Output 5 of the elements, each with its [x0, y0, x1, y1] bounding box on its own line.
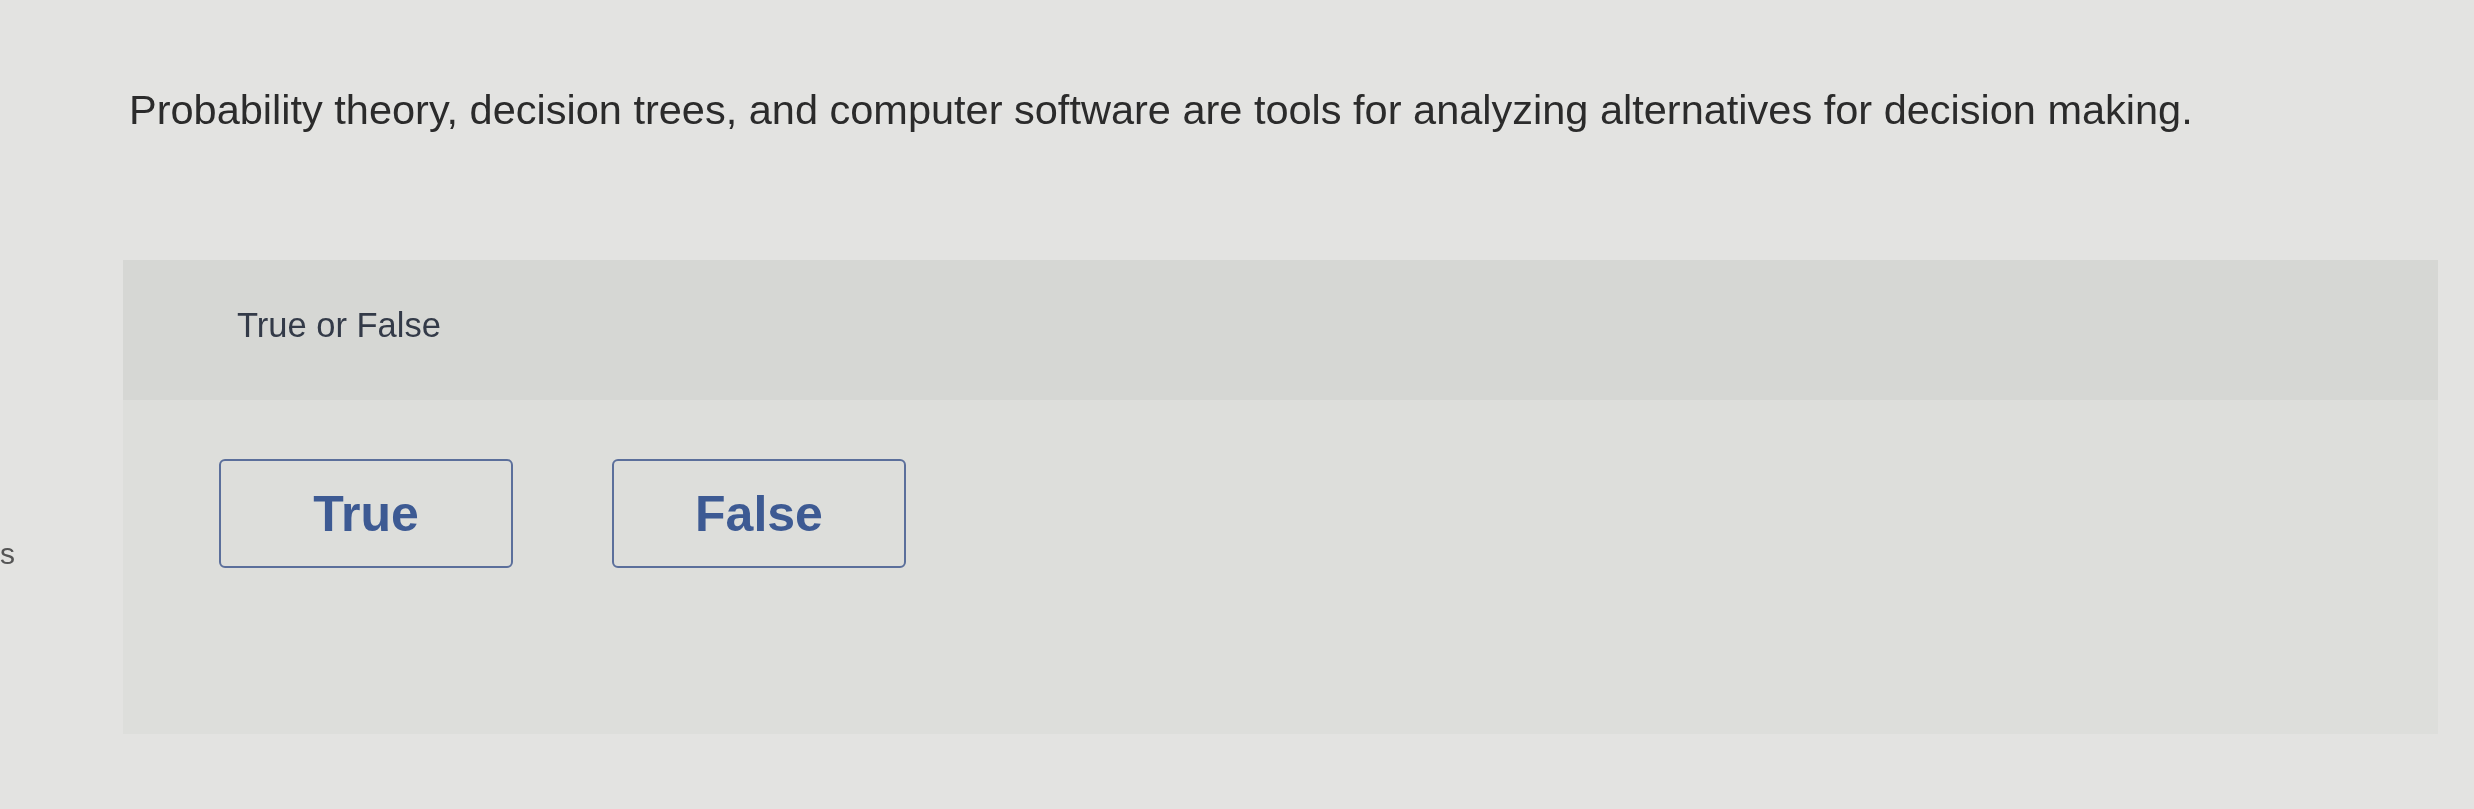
prompt-text: True or False — [237, 306, 441, 344]
answer-option-button[interactable]: True — [219, 459, 513, 568]
sidebar-text: s — [0, 536, 15, 572]
question-text: Probability theory, decision trees, and computer software are tools for analyzing alternatives for decision making. — [129, 86, 2193, 134]
answer-option-button[interactable]: False — [612, 459, 906, 568]
